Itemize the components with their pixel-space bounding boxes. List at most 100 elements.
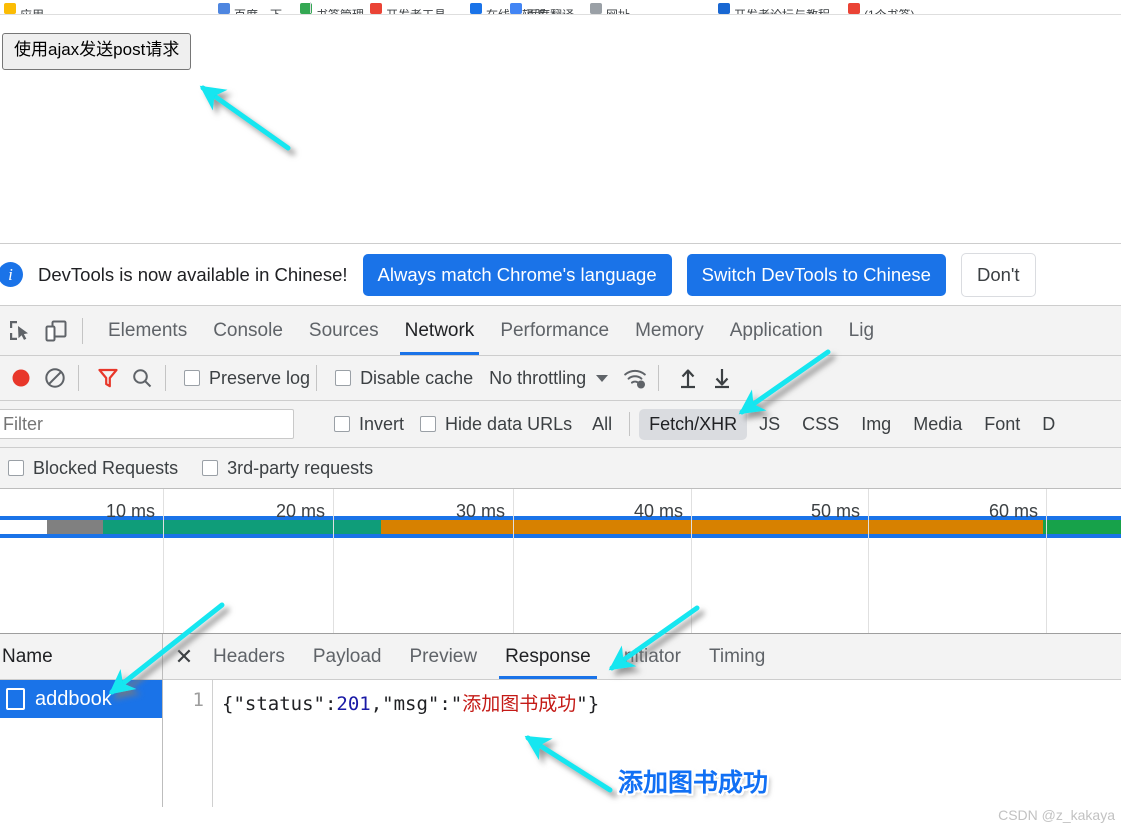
dont-show-again-button[interactable]: Don't bbox=[960, 252, 1036, 297]
bookmark-favicon-icon bbox=[590, 3, 602, 14]
detail-tab-headers[interactable]: Headers bbox=[199, 634, 299, 679]
invert-label: Invert bbox=[359, 413, 405, 434]
blocked-requests-checkbox[interactable]: Blocked Requests bbox=[8, 458, 178, 479]
toolbar-divider-1 bbox=[78, 365, 79, 391]
disable-cache-label: Disable cache bbox=[360, 367, 474, 388]
toolbar-divider-2 bbox=[165, 365, 166, 391]
tab-elements[interactable]: Elements bbox=[95, 306, 200, 355]
bookmark-item[interactable]: 应用 bbox=[4, 1, 44, 14]
send-ajax-post-button[interactable]: 使用ajax发送post请求 bbox=[2, 33, 192, 70]
web-page-content: 使用ajax发送post请求 bbox=[0, 15, 1121, 243]
third-party-requests-box[interactable] bbox=[202, 460, 219, 476]
invert-checkbox[interactable]: Invert bbox=[334, 414, 404, 435]
tab-performance[interactable]: Performance bbox=[487, 306, 622, 355]
filter-type-media[interactable]: Media bbox=[903, 409, 972, 440]
chevron-down-icon[interactable] bbox=[596, 374, 609, 382]
overview-tick-label: 50 ms bbox=[810, 501, 860, 521]
waterfall-gridline bbox=[163, 544, 164, 633]
always-match-language-button[interactable]: Always match Chrome's language bbox=[362, 253, 672, 296]
network-bottom-split: Name addbook ✕ Headers Payload Preview R… bbox=[0, 634, 1121, 807]
json-status-value: 201 bbox=[336, 693, 371, 715]
request-timing-bar bbox=[0, 520, 1121, 534]
close-icon[interactable]: ✕ bbox=[169, 642, 199, 672]
waterfall-gridline bbox=[1046, 544, 1047, 633]
info-icon: i bbox=[0, 262, 23, 287]
json-suffix: "} bbox=[576, 693, 600, 715]
timing-segment-waiting-ttfb bbox=[103, 520, 382, 534]
tabbar-divider bbox=[82, 317, 83, 344]
bookmark-item[interactable]: 百度一下 bbox=[218, 1, 282, 14]
tab-sources[interactable]: Sources bbox=[296, 306, 392, 355]
toolbar-divider-4 bbox=[658, 365, 660, 391]
bookmark-favicon-icon bbox=[370, 3, 382, 14]
overview-tick-label: 60 ms bbox=[988, 501, 1038, 521]
invert-box[interactable] bbox=[334, 416, 350, 432]
clear-icon[interactable] bbox=[38, 361, 72, 395]
overview-gridline bbox=[513, 489, 514, 544]
json-msg-value: 添加图书成功 bbox=[462, 693, 577, 715]
third-party-requests-label: 3rd-party requests bbox=[227, 457, 374, 478]
detail-tab-payload[interactable]: Payload bbox=[299, 634, 396, 679]
waterfall-gridline bbox=[691, 544, 692, 633]
network-toolbar: Preserve log Disable cache No throttling bbox=[0, 356, 1121, 401]
filter-type-fetch-xhr[interactable]: Fetch/XHR bbox=[639, 408, 748, 440]
timing-segment-finish bbox=[1042, 520, 1121, 534]
tab-console[interactable]: Console bbox=[200, 306, 296, 355]
bookmark-item[interactable]: (1个书签) bbox=[848, 1, 915, 14]
filter-type-font[interactable]: Font bbox=[974, 409, 1030, 440]
detail-tab-response[interactable]: Response bbox=[491, 634, 605, 679]
waterfall-gridline bbox=[513, 544, 514, 633]
disable-cache-box[interactable] bbox=[335, 370, 352, 386]
inspect-element-icon[interactable] bbox=[4, 315, 36, 347]
hide-data-urls-checkbox[interactable]: Hide data URLs bbox=[420, 414, 572, 435]
record-button[interactable] bbox=[4, 361, 38, 395]
network-overview-timeline[interactable]: 10 ms 20 ms 30 ms 40 ms 50 ms 60 ms bbox=[0, 489, 1121, 544]
filter-type-css[interactable]: CSS bbox=[792, 409, 849, 440]
search-icon[interactable] bbox=[125, 361, 159, 395]
devtools-tabbar: Elements Console Sources Network Perform… bbox=[0, 306, 1121, 356]
third-party-requests-checkbox[interactable]: 3rd-party requests bbox=[202, 458, 373, 479]
preserve-log-checkbox[interactable]: Preserve log bbox=[184, 368, 310, 389]
filter-type-all[interactable]: All bbox=[582, 409, 622, 440]
bookmark-item[interactable]: 网址 bbox=[590, 1, 630, 14]
tab-memory[interactable]: Memory bbox=[622, 306, 717, 355]
filter-input[interactable] bbox=[0, 409, 294, 439]
detail-tab-timing[interactable]: Timing bbox=[695, 634, 779, 679]
detail-tab-initiator[interactable]: Initiator bbox=[605, 634, 695, 679]
filter-type-divider bbox=[629, 412, 631, 436]
bookmark-item[interactable]: 开发者工具 bbox=[370, 1, 446, 14]
overview-tick-label: 30 ms bbox=[455, 501, 505, 521]
request-list-header[interactable]: Name bbox=[0, 634, 162, 680]
tab-network[interactable]: Network bbox=[392, 306, 488, 355]
network-waterfall-area bbox=[0, 544, 1121, 634]
overview-gridline bbox=[163, 489, 164, 544]
detail-tab-preview[interactable]: Preview bbox=[396, 634, 492, 679]
switch-devtools-to-chinese-button[interactable]: Switch DevTools to Chinese bbox=[686, 253, 946, 296]
request-list: Name addbook bbox=[0, 634, 163, 807]
hide-data-urls-box[interactable] bbox=[420, 416, 437, 432]
filter-type-img[interactable]: Img bbox=[851, 409, 901, 440]
bookmark-favicon-icon bbox=[848, 3, 860, 14]
waterfall-gridline bbox=[333, 544, 334, 633]
json-prefix: {"status": bbox=[222, 693, 337, 715]
filter-type-doc[interactable]: D bbox=[1032, 409, 1065, 440]
request-row-addbook[interactable]: addbook bbox=[0, 680, 162, 718]
bookmark-favicon-icon bbox=[470, 3, 482, 14]
tab-lighthouse[interactable]: Lig bbox=[836, 306, 887, 355]
bookmark-item[interactable]: 开发者论坛与教程 bbox=[718, 1, 830, 14]
import-har-icon[interactable] bbox=[671, 361, 705, 395]
filter-funnel-icon[interactable] bbox=[91, 361, 125, 395]
throttling-select[interactable]: No throttling bbox=[489, 368, 586, 389]
bookmarks-bar: 应用百度一下书签管理开发者工具在线编辑器百度翻译网址开发者论坛与教程(1个书签) bbox=[0, 0, 1121, 14]
disable-cache-checkbox[interactable]: Disable cache bbox=[335, 368, 473, 389]
bookmark-item[interactable]: 百度翻译 bbox=[510, 1, 574, 14]
timing-segment-stalled bbox=[47, 520, 104, 534]
device-toolbar-icon[interactable] bbox=[40, 315, 72, 347]
export-har-icon[interactable] bbox=[705, 361, 739, 395]
annotation-label-success: 添加图书成功 bbox=[618, 769, 769, 797]
blocked-requests-box[interactable] bbox=[8, 460, 24, 476]
tab-application[interactable]: Application bbox=[717, 306, 836, 355]
network-conditions-icon[interactable] bbox=[618, 361, 652, 395]
filter-type-js[interactable]: JS bbox=[749, 409, 790, 440]
preserve-log-box[interactable] bbox=[184, 370, 200, 386]
